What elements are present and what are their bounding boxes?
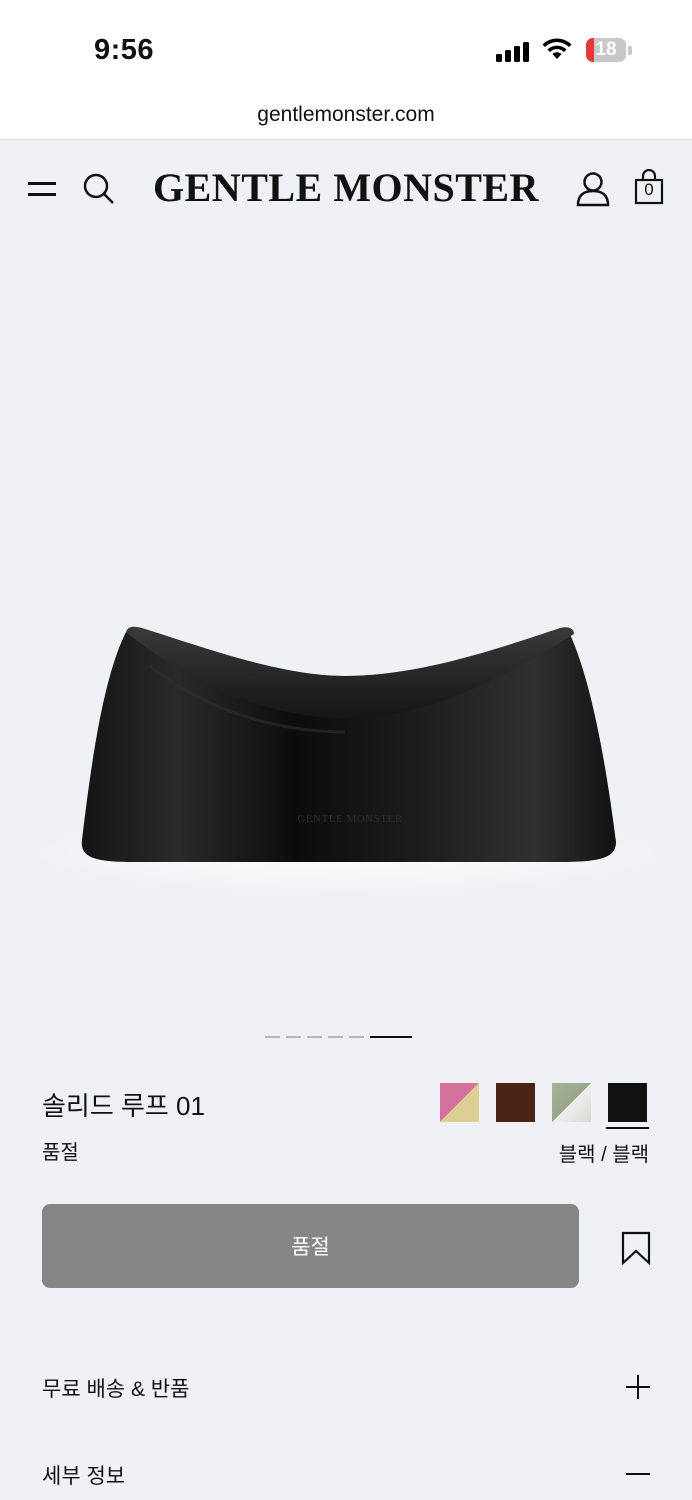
product-image[interactable]: GENTLE MONSTER <box>0 236 692 1026</box>
url-text[interactable]: gentlemonster.com <box>0 103 692 127</box>
status-time: 9:56 <box>94 34 155 66</box>
bag-emboss-text: GENTLE MONSTER <box>297 813 402 825</box>
selected-color-name: 블랙 / 블랙 <box>558 1144 649 1166</box>
wifi-icon <box>542 38 572 59</box>
minus-icon[interactable] <box>626 1462 650 1486</box>
pager-dot[interactable] <box>328 1036 343 1038</box>
stock-status: 품절 <box>42 1142 79 1164</box>
bookmark-icon[interactable] <box>621 1231 651 1265</box>
accordion-details[interactable]: 세부 정보 <box>42 1454 650 1494</box>
browser-url-bar[interactable]: gentlemonster.com <box>0 92 692 140</box>
plus-icon[interactable] <box>626 1375 650 1399</box>
sold-out-button[interactable]: 품절 <box>42 1204 579 1288</box>
pager-dot[interactable] <box>349 1036 364 1038</box>
pager-dot-active[interactable] <box>370 1036 412 1038</box>
product-name: 솔리드 루프 01 <box>42 1091 205 1121</box>
pager-dot[interactable] <box>307 1036 322 1038</box>
swatch-green-silver[interactable] <box>552 1083 591 1122</box>
cart-icon[interactable]: 0 <box>634 169 664 205</box>
accordion-shipping-returns[interactable]: 무료 배송 & 반품 <box>42 1367 650 1407</box>
battery-level: 18 <box>595 39 617 60</box>
swatch-pink-yellow[interactable] <box>440 1083 479 1122</box>
pager-dot[interactable] <box>265 1036 280 1038</box>
gallery-pager[interactable] <box>265 1036 412 1038</box>
accordion-label: 무료 배송 & 반품 <box>42 1378 190 1401</box>
pager-dot[interactable] <box>286 1036 301 1038</box>
accordion-label: 세부 정보 <box>42 1465 126 1488</box>
status-bar: 9:56 18 <box>0 0 692 92</box>
swatch-brown[interactable] <box>496 1083 535 1122</box>
cart-count: 0 <box>644 180 654 199</box>
swatch-black[interactable] <box>606 1083 649 1129</box>
battery-tip <box>628 46 632 55</box>
battery-icon: 18 <box>586 38 626 62</box>
color-swatches <box>440 1083 649 1129</box>
account-icon[interactable] <box>576 171 610 207</box>
cellular-signal-icon <box>496 42 529 62</box>
